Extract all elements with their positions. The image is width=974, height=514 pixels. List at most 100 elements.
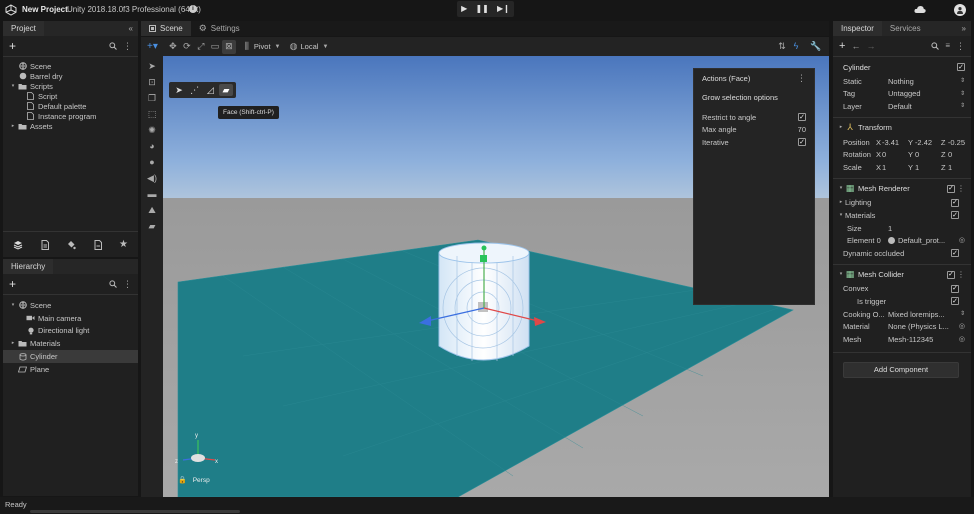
convex-checkbox[interactable] — [951, 284, 959, 293]
status-scrollbar[interactable] — [30, 510, 240, 513]
layers-icon[interactable] — [13, 240, 23, 250]
project-panel-item[interactable]: Instance program — [9, 111, 132, 121]
tab-services[interactable]: Services — [882, 21, 929, 36]
wrench-icon[interactable]: 🔧 — [809, 42, 823, 51]
lock-icon[interactable]: 🔒 — [178, 477, 187, 484]
chevron-down-icon[interactable]: ▾ — [837, 186, 845, 191]
persp-indicator[interactable]: 🔒 Persp — [178, 477, 210, 484]
project-panel-item[interactable]: Default palette — [9, 101, 132, 111]
palette-icon[interactable]: ◕ — [149, 142, 154, 151]
copy-icon[interactable]: ❐ — [148, 94, 156, 103]
actions-option-checkbox[interactable] — [798, 113, 806, 122]
terrain-icon[interactable]: ⛰ — [148, 206, 156, 215]
tab-settings[interactable]: ⚙ Settings — [191, 21, 248, 36]
pause-icon[interactable]: ❚❚ — [475, 5, 488, 13]
chevron-down-icon[interactable]: ▾ — [837, 272, 845, 277]
star-icon[interactable]: ★ — [119, 239, 128, 250]
video-icon[interactable]: ▬ — [148, 190, 157, 199]
mesh-field[interactable]: Mesh-112345 — [888, 335, 959, 344]
cloud-icon[interactable] — [914, 4, 926, 14]
select-arrow-icon[interactable]: ➤ — [148, 62, 156, 71]
chevron-down-icon[interactable]: ▾ — [9, 83, 17, 89]
collapse-icon[interactable]: » — [962, 24, 966, 33]
position-x-field[interactable]: -3.41 — [882, 138, 908, 147]
add-icon[interactable]: + — [839, 40, 845, 52]
material-field[interactable]: None (Physics L... — [888, 322, 959, 331]
search-icon[interactable] — [931, 42, 940, 50]
tag-dropdown[interactable]: Untagged — [888, 89, 960, 98]
add-icon[interactable]: + — [9, 40, 16, 52]
space-dropdown[interactable]: Local — [301, 42, 319, 51]
position-y-field[interactable]: -2.42 — [915, 138, 941, 147]
add-icon[interactable]: + — [9, 278, 16, 290]
transform-tool-icon[interactable]: ⊠ — [221, 39, 236, 54]
stepper-icon[interactable]: ⇕ — [960, 103, 965, 109]
chevron-right-icon[interactable]: ▸ — [9, 341, 17, 346]
project-panel-item[interactable]: ▸ Assets — [9, 121, 132, 131]
select-box-icon[interactable]: ⊡ — [148, 78, 156, 87]
step-icon[interactable]: ▶❙ — [497, 5, 510, 13]
materials-checkbox[interactable] — [951, 211, 959, 220]
back-arrow-icon[interactable]: ← — [851, 41, 860, 51]
tab-inspector[interactable]: Inspector — [833, 21, 882, 36]
filter-icon[interactable]: ≡ — [945, 42, 950, 50]
pivot-dropdown[interactable]: Pivot — [254, 42, 271, 51]
search-icon[interactable] — [109, 280, 117, 288]
dynamic-occluded-checkbox[interactable] — [951, 249, 959, 258]
tab-scene[interactable]: Scene — [141, 21, 191, 36]
document-icon[interactable] — [41, 239, 49, 250]
position-z-field[interactable]: -0.25 — [948, 138, 965, 147]
hierarchy-panel-item[interactable]: Main camera — [3, 312, 138, 325]
project-panel-item[interactable]: ▾ Scripts — [9, 81, 132, 91]
add-component-button[interactable]: Add Component — [843, 361, 959, 378]
stepper-icon[interactable]: ⇕ — [960, 311, 965, 317]
rotation-y-field[interactable]: 0 — [915, 150, 941, 159]
tab-hierarchy[interactable]: Hierarchy — [3, 259, 54, 274]
lighting-label[interactable]: Lighting — [845, 198, 951, 207]
scale-tool-icon[interactable]: ⤢ — [194, 42, 208, 51]
snap-icon[interactable]: ⇅ — [775, 42, 789, 51]
forward-arrow-icon[interactable]: → — [866, 41, 875, 51]
chevron-right-icon[interactable]: ▸ — [9, 123, 17, 129]
actions-option-checkbox[interactable] — [798, 138, 806, 147]
more-icon[interactable]: ⋮ — [123, 279, 132, 289]
add-dropdown-icon[interactable]: +▾ — [147, 41, 158, 52]
more-icon[interactable]: ⋮ — [957, 270, 965, 279]
face-mode-icon[interactable]: ▰ — [218, 84, 233, 96]
target-icon[interactable]: ◎ — [959, 323, 965, 330]
collapse-icon[interactable]: « — [129, 24, 133, 33]
layer-dropdown[interactable]: Default — [888, 102, 960, 111]
more-icon[interactable]: ⋮ — [797, 73, 806, 83]
project-panel-item[interactable]: Barrel dry — [9, 71, 132, 81]
hierarchy-panel-item[interactable]: Directional light — [3, 325, 138, 338]
scene-viewport[interactable]: y x z 🔒 Persp ➤ ⋰ ◿ ▰ Face (Shift-ctrl-P… — [163, 56, 829, 497]
cube-icon[interactable]: ⬚ — [148, 110, 157, 119]
size-field[interactable]: 1 — [888, 224, 892, 233]
particle-icon[interactable]: ✺ — [148, 126, 156, 135]
lightning-icon[interactable]: ϟ — [789, 42, 803, 51]
scale-x-field[interactable]: 1 — [882, 163, 908, 172]
bulb-icon[interactable]: ● — [149, 158, 154, 167]
rotate-tool-icon[interactable]: ⟳ — [180, 42, 194, 51]
project-panel-item[interactable]: Script — [9, 91, 132, 101]
lighting-checkbox[interactable] — [951, 198, 959, 207]
search-icon[interactable] — [109, 42, 117, 50]
scale-y-field[interactable]: 1 — [915, 163, 941, 172]
mesh-renderer-enabled-checkbox[interactable] — [947, 184, 955, 193]
object-mode-icon[interactable]: ➤ — [172, 85, 186, 95]
static-dropdown[interactable]: Nothing — [888, 77, 960, 86]
project-panel-item[interactable]: Scene — [9, 61, 132, 71]
hierarchy-panel-item[interactable]: Plane — [3, 363, 138, 376]
edge-mode-icon[interactable]: ◿ — [203, 85, 217, 95]
camera-icon[interactable]: ▰ — [149, 222, 156, 231]
actions-option-value[interactable]: 70 — [798, 125, 806, 134]
target-icon[interactable]: ◎ — [959, 237, 965, 244]
is-trigger-checkbox[interactable] — [951, 297, 959, 306]
chevron-right-icon[interactable]: ▸ — [837, 200, 845, 205]
materials-label[interactable]: Materials — [845, 211, 951, 220]
chevron-down-icon[interactable]: ▼ — [275, 44, 281, 50]
account-icon[interactable] — [954, 4, 966, 16]
file-icon[interactable] — [94, 239, 102, 250]
info-icon[interactable]: i — [189, 5, 197, 13]
more-icon[interactable]: ⋮ — [957, 184, 965, 193]
